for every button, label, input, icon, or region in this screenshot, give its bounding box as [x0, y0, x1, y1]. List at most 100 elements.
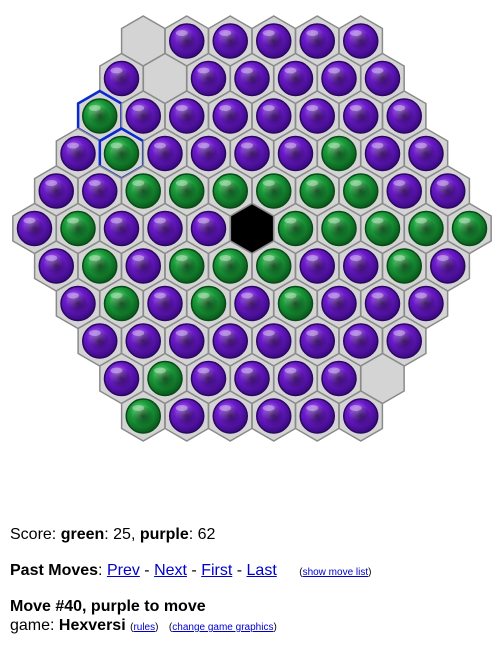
piece-highlight	[154, 142, 166, 149]
piece-highlight	[241, 142, 253, 149]
piece-highlight	[67, 292, 79, 299]
score-line: Score: green: 25, purple: 62	[10, 526, 215, 544]
piece-highlight	[67, 217, 79, 224]
score-green-value: : 25,	[104, 526, 140, 543]
game-name: Hexversi	[58, 617, 126, 634]
piece-highlight	[284, 217, 297, 224]
piece-highlight	[45, 255, 58, 261]
piece-highlight	[132, 330, 145, 336]
piece-highlight	[110, 292, 123, 299]
score-purple-label: purple	[139, 526, 189, 543]
piece-highlight	[284, 367, 297, 374]
piece-highlight	[393, 255, 406, 261]
piece-highlight	[175, 30, 188, 36]
show-move-list-link[interactable]: show move list	[303, 567, 369, 578]
piece-highlight	[67, 142, 79, 149]
move-status: Move #40, purple to move	[10, 598, 206, 616]
piece-highlight	[219, 105, 232, 111]
piece-highlight	[88, 255, 101, 261]
piece-highlight	[393, 330, 406, 336]
piece-highlight	[284, 142, 297, 149]
piece-highlight	[175, 330, 188, 336]
piece-highlight	[306, 405, 319, 411]
piece-highlight	[328, 217, 340, 224]
piece-highlight	[45, 180, 58, 186]
piece-highlight	[241, 67, 253, 74]
piece-highlight	[110, 217, 123, 224]
piece-highlight	[110, 367, 123, 374]
game-board	[12, 15, 492, 442]
piece-highlight	[284, 67, 297, 74]
piece-highlight	[436, 255, 449, 261]
separator: -	[139, 562, 155, 579]
piece-highlight	[371, 292, 384, 299]
piece-highlight	[23, 217, 36, 224]
piece-highlight	[262, 105, 275, 111]
piece-highlight	[415, 292, 427, 299]
piece-highlight	[132, 405, 145, 411]
rules-wrapper: (rules)	[130, 622, 158, 633]
paren-close: )	[368, 567, 372, 578]
piece-highlight	[219, 255, 232, 261]
piece-highlight	[415, 217, 427, 224]
piece-highlight	[241, 367, 253, 374]
piece-highlight	[241, 292, 253, 299]
piece-highlight	[349, 255, 362, 261]
piece-highlight	[328, 67, 340, 74]
piece-highlight	[175, 180, 188, 186]
piece-highlight	[328, 292, 340, 299]
piece-highlight	[371, 67, 384, 74]
game-line: game: Hexversi (rules) (change game grap…	[10, 617, 277, 635]
piece-highlight	[349, 180, 362, 186]
piece-highlight	[306, 105, 319, 111]
piece-highlight	[110, 67, 123, 74]
piece-highlight	[458, 217, 471, 224]
paren-close: )	[155, 622, 159, 633]
piece-highlight	[262, 330, 275, 336]
piece-highlight	[197, 142, 210, 149]
first-link[interactable]: First	[201, 562, 232, 579]
show-move-list: (show move list)	[299, 567, 371, 578]
piece-highlight	[393, 180, 406, 186]
piece-highlight	[349, 330, 362, 336]
piece-highlight	[306, 180, 319, 186]
piece-highlight	[349, 405, 362, 411]
rules-link[interactable]: rules	[133, 622, 155, 633]
separator: -	[186, 562, 202, 579]
piece-highlight	[132, 255, 145, 261]
score-green-label: green	[60, 526, 105, 543]
prev-link[interactable]: Prev	[107, 562, 140, 579]
piece-highlight	[197, 292, 210, 299]
piece-highlight	[436, 180, 449, 186]
piece-highlight	[349, 30, 362, 36]
piece-highlight	[371, 142, 384, 149]
piece-highlight	[154, 367, 166, 374]
past-moves-colon: :	[98, 562, 107, 579]
piece-highlight	[306, 30, 319, 36]
piece-highlight	[262, 180, 275, 186]
piece-highlight	[328, 367, 340, 374]
piece-highlight	[154, 217, 166, 224]
piece-highlight	[415, 142, 427, 149]
piece-highlight	[393, 105, 406, 111]
piece-highlight	[175, 255, 188, 261]
graphics-wrapper: (change game graphics)	[169, 622, 277, 633]
next-link[interactable]: Next	[154, 562, 187, 579]
paren-close: )	[273, 622, 277, 633]
past-moves-line: Past Moves: Prev - Next - First - Last (…	[10, 562, 371, 580]
piece-highlight	[88, 180, 101, 186]
piece-highlight	[132, 105, 145, 111]
piece-highlight	[371, 217, 384, 224]
score-prefix: Score:	[10, 526, 61, 543]
piece-highlight	[88, 105, 101, 111]
change-graphics-link[interactable]: change game graphics	[172, 622, 273, 633]
piece-highlight	[219, 30, 232, 36]
piece-highlight	[175, 405, 188, 411]
move-line: Move #40, purple to move	[10, 598, 206, 615]
piece-highlight	[349, 105, 362, 111]
piece-highlight	[110, 142, 123, 149]
game-prefix: game:	[10, 617, 59, 634]
last-link[interactable]: Last	[247, 562, 277, 579]
piece-highlight	[262, 30, 275, 36]
piece-highlight	[154, 292, 166, 299]
